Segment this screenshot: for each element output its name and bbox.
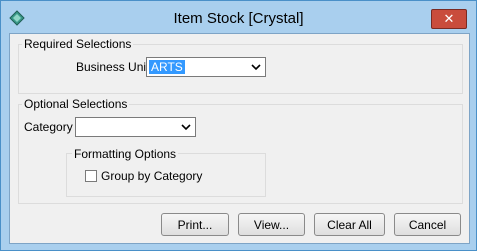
formatting-options-label: Formatting Options (72, 147, 179, 161)
print-button[interactable]: Print... (161, 213, 229, 236)
optional-selections-label: Optional Selections (22, 97, 130, 111)
close-button[interactable]: ✕ (431, 9, 467, 29)
cancel-button[interactable]: Cancel (394, 213, 461, 236)
view-button[interactable]: View... (238, 213, 305, 236)
chevron-down-icon[interactable] (180, 121, 192, 133)
clear-all-button[interactable]: Clear All (314, 213, 385, 236)
required-selections-label: Required Selections (22, 37, 134, 51)
category-select[interactable] (75, 117, 196, 137)
business-unit-label: Business Unit (76, 60, 150, 74)
group-by-category-checkbox[interactable] (85, 170, 97, 182)
business-unit-select[interactable]: ARTS (146, 57, 266, 77)
window-title: Item Stock [Crystal] (173, 10, 304, 27)
chevron-down-icon[interactable] (250, 61, 262, 73)
group-by-category-label[interactable]: Group by Category (101, 169, 202, 183)
dialog-window: Item Stock [Crystal] ✕ Required Selectio… (0, 0, 477, 251)
category-label: Category (24, 120, 73, 134)
close-icon: ✕ (443, 11, 455, 26)
business-unit-value: ARTS (149, 60, 185, 74)
title-bar[interactable]: Item Stock [Crystal] ✕ (1, 1, 476, 34)
